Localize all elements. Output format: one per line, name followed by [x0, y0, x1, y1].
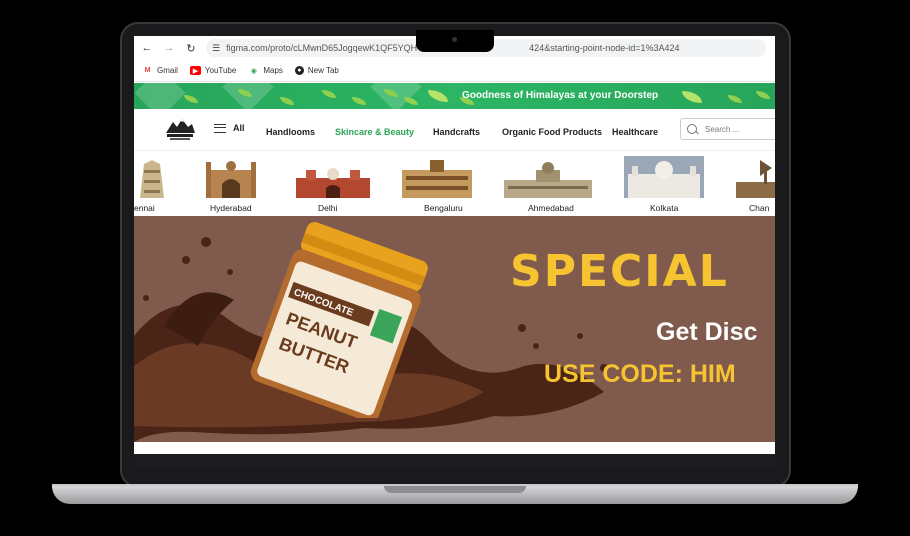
city-label: Ahmedabad: [528, 203, 574, 213]
city-label: Chan: [749, 203, 770, 213]
city-image: [504, 162, 592, 198]
page-below-banner: [134, 442, 775, 454]
search-placeholder: Search ...: [705, 124, 740, 134]
menu-all-label: All: [233, 123, 245, 133]
nav-handcrafts[interactable]: Handcrafts: [433, 127, 480, 137]
banner-coupon-code: USE CODE: HIM: [544, 360, 736, 388]
city-carousel: ennai Hyderabad Delhi Bengaluru Ahmedaba…: [134, 152, 775, 216]
city-image: [296, 168, 370, 198]
reload-icon[interactable]: ↻: [182, 39, 200, 57]
city-image: [624, 156, 704, 198]
url-text-right: 424&starting-point-node-id=1%3A424: [529, 43, 680, 53]
leaf-icon: [280, 97, 294, 105]
city-item[interactable]: Ahmedabad: [502, 152, 596, 216]
leaf-icon: [322, 90, 336, 98]
city-item[interactable]: Bengaluru: [400, 152, 478, 216]
city-label: ennai: [134, 203, 155, 213]
bookmark-label: Maps: [263, 66, 283, 75]
search-box[interactable]: Search ...: [680, 118, 775, 140]
banner-subhead: Get Disc: [656, 318, 758, 346]
search-icon: [687, 124, 697, 134]
city-label: Kolkata: [650, 203, 679, 213]
city-image: [206, 161, 256, 198]
nav-skincare-beauty[interactable]: Skincare & Beauty: [335, 127, 414, 137]
gmail-icon: M: [144, 67, 151, 74]
all-categories-menu[interactable]: All: [214, 123, 245, 133]
city-image: [736, 160, 775, 198]
leaf-icon: [682, 91, 702, 103]
leaf-icon: [756, 91, 770, 99]
bookmarks-bar: M Gmail ▶ YouTube ◉ Maps ● New Tab: [134, 60, 775, 82]
maps-icon: ◉: [250, 67, 257, 75]
laptop-opening-notch: [384, 486, 526, 493]
hamburger-icon: [214, 123, 226, 133]
promo-text: Goodness of Himalayas at your Doorstep: [462, 90, 659, 101]
site-header: All Handlooms Skincare & Beauty Handcraf…: [134, 109, 775, 151]
bookmark-label: New Tab: [307, 66, 339, 75]
nav-organic-food-products[interactable]: Organic Food Products: [502, 127, 602, 137]
bookmark-youtube[interactable]: ▶ YouTube: [189, 66, 237, 75]
leaf-icon: [404, 97, 418, 105]
forward-arrow-icon[interactable]: →: [160, 39, 178, 57]
city-item[interactable]: ennai: [134, 152, 174, 216]
city-item[interactable]: Hyderabad: [200, 152, 270, 216]
laptop-chin: [134, 454, 775, 468]
bookmark-new-tab[interactable]: ● New Tab: [294, 66, 339, 75]
city-image: [402, 160, 472, 198]
nav-handlooms[interactable]: Handlooms: [266, 127, 315, 137]
youtube-icon: ▶: [189, 66, 201, 75]
nav-healthcare[interactable]: Healthcare: [612, 127, 658, 137]
city-label: Delhi: [318, 203, 338, 213]
peanut-butter-jar: CHOCOLATE PEANUT BUTTER: [250, 221, 428, 418]
bookmark-gmail[interactable]: M Gmail: [142, 66, 178, 75]
bookmark-maps[interactable]: ◉ Maps: [248, 66, 283, 75]
leaf-icon: [184, 95, 198, 103]
promo-banner[interactable]: CHOCOLATE PEANUT BUTTER SPECIAL Get Disc…: [134, 216, 775, 442]
screen: ← → ↻ ☰ figma.com/proto/cLMwnD65Jogqew K…: [134, 36, 775, 454]
city-label: Bengaluru: [424, 203, 463, 213]
bookmark-label: Gmail: [157, 66, 178, 75]
back-arrow-icon[interactable]: ←: [138, 39, 156, 57]
leaf-icon: [352, 97, 366, 105]
city-item[interactable]: Kolkata: [624, 152, 706, 216]
banner-headline: SPECIAL: [510, 246, 729, 297]
bookmark-label: YouTube: [204, 66, 237, 75]
globe-icon: ●: [294, 66, 304, 75]
city-item[interactable]: Delhi: [292, 152, 374, 216]
camera-icon: [452, 37, 457, 42]
site-logo[interactable]: [164, 117, 196, 143]
city-image: [140, 160, 164, 198]
site-settings-icon[interactable]: ☰: [212, 43, 220, 54]
promo-decoration: [134, 83, 186, 109]
leaf-icon: [728, 95, 742, 103]
city-label: Hyderabad: [210, 203, 252, 213]
leaf-icon: [428, 90, 448, 102]
city-item[interactable]: Chan: [734, 152, 775, 216]
url-text-mid: K1QF5YQH: [369, 43, 418, 53]
promo-strip: Goodness of Himalayas at your Doorstep: [134, 83, 775, 109]
url-text-left: figma.com/proto/cLMwnD65Jogqew: [226, 43, 370, 53]
